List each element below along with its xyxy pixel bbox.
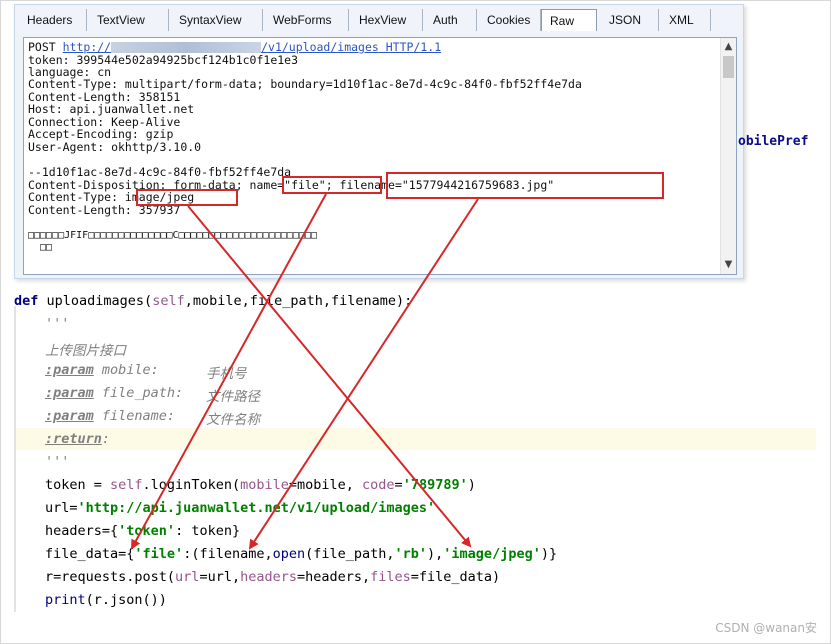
- arrow-filename-to-filename: [248, 198, 479, 550]
- arrow-name-to-file: [131, 193, 327, 550]
- arrow-content-type-to-mime: [187, 205, 472, 548]
- csdn-watermark: CSDN @wanan安: [715, 621, 817, 635]
- annotation-arrows: [131, 193, 479, 550]
